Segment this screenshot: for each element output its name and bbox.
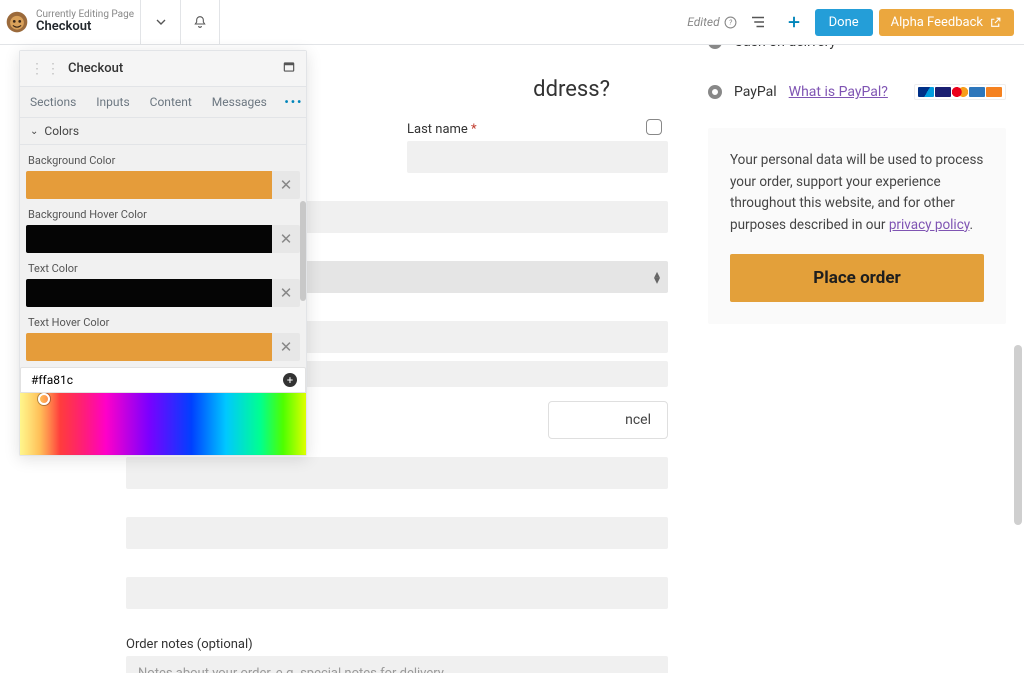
- text-color-swatch[interactable]: [26, 279, 272, 307]
- page-switcher-button[interactable]: [140, 0, 180, 44]
- text-hover-color-clear[interactable]: ✕: [272, 333, 300, 361]
- hex-input-row: +: [20, 367, 306, 393]
- privacy-box: Your personal data will be used to proce…: [708, 128, 1006, 324]
- amex-icon: [969, 87, 985, 97]
- text-color-label: Text Color: [26, 259, 300, 279]
- help-icon[interactable]: ?: [724, 16, 737, 29]
- privacy-policy-link[interactable]: privacy policy: [889, 217, 970, 233]
- color-picker-canvas[interactable]: [20, 393, 306, 455]
- panel-title: Checkout: [68, 61, 123, 76]
- drag-handle-icon[interactable]: ⋮⋮: [30, 61, 62, 77]
- notifications-button[interactable]: [180, 0, 220, 44]
- tab-sections[interactable]: Sections: [20, 87, 86, 117]
- tab-content[interactable]: Content: [140, 87, 202, 117]
- page-scrollbar[interactable]: [1014, 345, 1022, 525]
- app-logo: [0, 0, 34, 44]
- tab-messages[interactable]: Messages: [202, 87, 277, 117]
- bg-color-clear[interactable]: ✕: [272, 171, 300, 199]
- hex-input[interactable]: [29, 372, 283, 388]
- panel-dock-icon[interactable]: [282, 59, 296, 78]
- visa-icon: [935, 87, 951, 97]
- place-order-button[interactable]: Place order: [730, 254, 984, 302]
- radio-icon: [708, 85, 722, 99]
- svg-text:?: ?: [729, 18, 733, 27]
- bg-hover-color-swatch[interactable]: [26, 225, 272, 253]
- outline-button[interactable]: [743, 7, 773, 37]
- bg-color-label: Background Color: [26, 151, 300, 171]
- text-hover-color-swatch[interactable]: [26, 333, 272, 361]
- bg-color-swatch[interactable]: [26, 171, 272, 199]
- section-colors-header[interactable]: ⌄ Colors: [20, 118, 306, 145]
- discover-icon: [986, 87, 1002, 97]
- order-notes-label: Order notes (optional): [126, 637, 668, 652]
- radio-icon: [708, 45, 722, 49]
- edited-status: Edited ?: [687, 15, 736, 29]
- state-input[interactable]: [126, 517, 668, 549]
- what-is-paypal-link[interactable]: What is PayPal?: [789, 84, 888, 100]
- paypal-icon: [918, 87, 934, 97]
- add-preset-button[interactable]: +: [283, 373, 297, 387]
- picker-marker[interactable]: [38, 393, 50, 405]
- privacy-text: Your personal data will be used to proce…: [730, 150, 984, 236]
- diff-address-checkbox[interactable]: [646, 119, 662, 135]
- order-notes-textarea[interactable]: Notes about your order, e.g. special not…: [126, 656, 668, 673]
- settings-panel: ⋮⋮ Checkout Sections Inputs Content Mess…: [19, 50, 307, 456]
- topbar: Currently Editing Page Checkout Edited ?…: [0, 0, 1024, 45]
- last-name-label: Last name *: [407, 122, 668, 137]
- add-button[interactable]: [779, 7, 809, 37]
- zip-input[interactable]: [126, 577, 668, 609]
- payment-paypal-label: PayPal: [734, 84, 777, 100]
- feedback-button[interactable]: Alpha Feedback: [879, 9, 1014, 36]
- city-input[interactable]: [126, 457, 668, 489]
- payment-paypal-row[interactable]: PayPal What is PayPal?: [708, 80, 1006, 108]
- text-color-clear[interactable]: ✕: [272, 279, 300, 307]
- bg-hover-color-clear[interactable]: ✕: [272, 225, 300, 253]
- done-button[interactable]: Done: [815, 9, 873, 36]
- last-name-input[interactable]: [407, 141, 668, 173]
- bg-hover-color-label: Background Hover Color: [26, 205, 300, 225]
- tab-more[interactable]: •••: [277, 87, 311, 117]
- cancel-button[interactable]: ncel: [548, 401, 668, 439]
- text-hover-color-label: Text Hover Color: [26, 313, 300, 333]
- mastercard-icon: [952, 87, 968, 97]
- page-title: Checkout: [36, 20, 134, 34]
- payment-cod-label: Cash on delivery: [734, 45, 836, 50]
- panel-tabs: Sections Inputs Content Messages •••: [20, 87, 306, 118]
- tab-inputs[interactable]: Inputs: [86, 87, 139, 117]
- page-title-block: Currently Editing Page Checkout: [34, 0, 140, 44]
- payment-cod-row[interactable]: Cash on delivery: [708, 45, 1006, 58]
- chevron-down-icon: ⌄: [30, 126, 38, 137]
- panel-header[interactable]: ⋮⋮ Checkout: [20, 51, 306, 87]
- card-icons: [914, 84, 1006, 100]
- select-arrows-icon: ▴▾: [654, 271, 660, 283]
- external-link-icon: [989, 16, 1002, 29]
